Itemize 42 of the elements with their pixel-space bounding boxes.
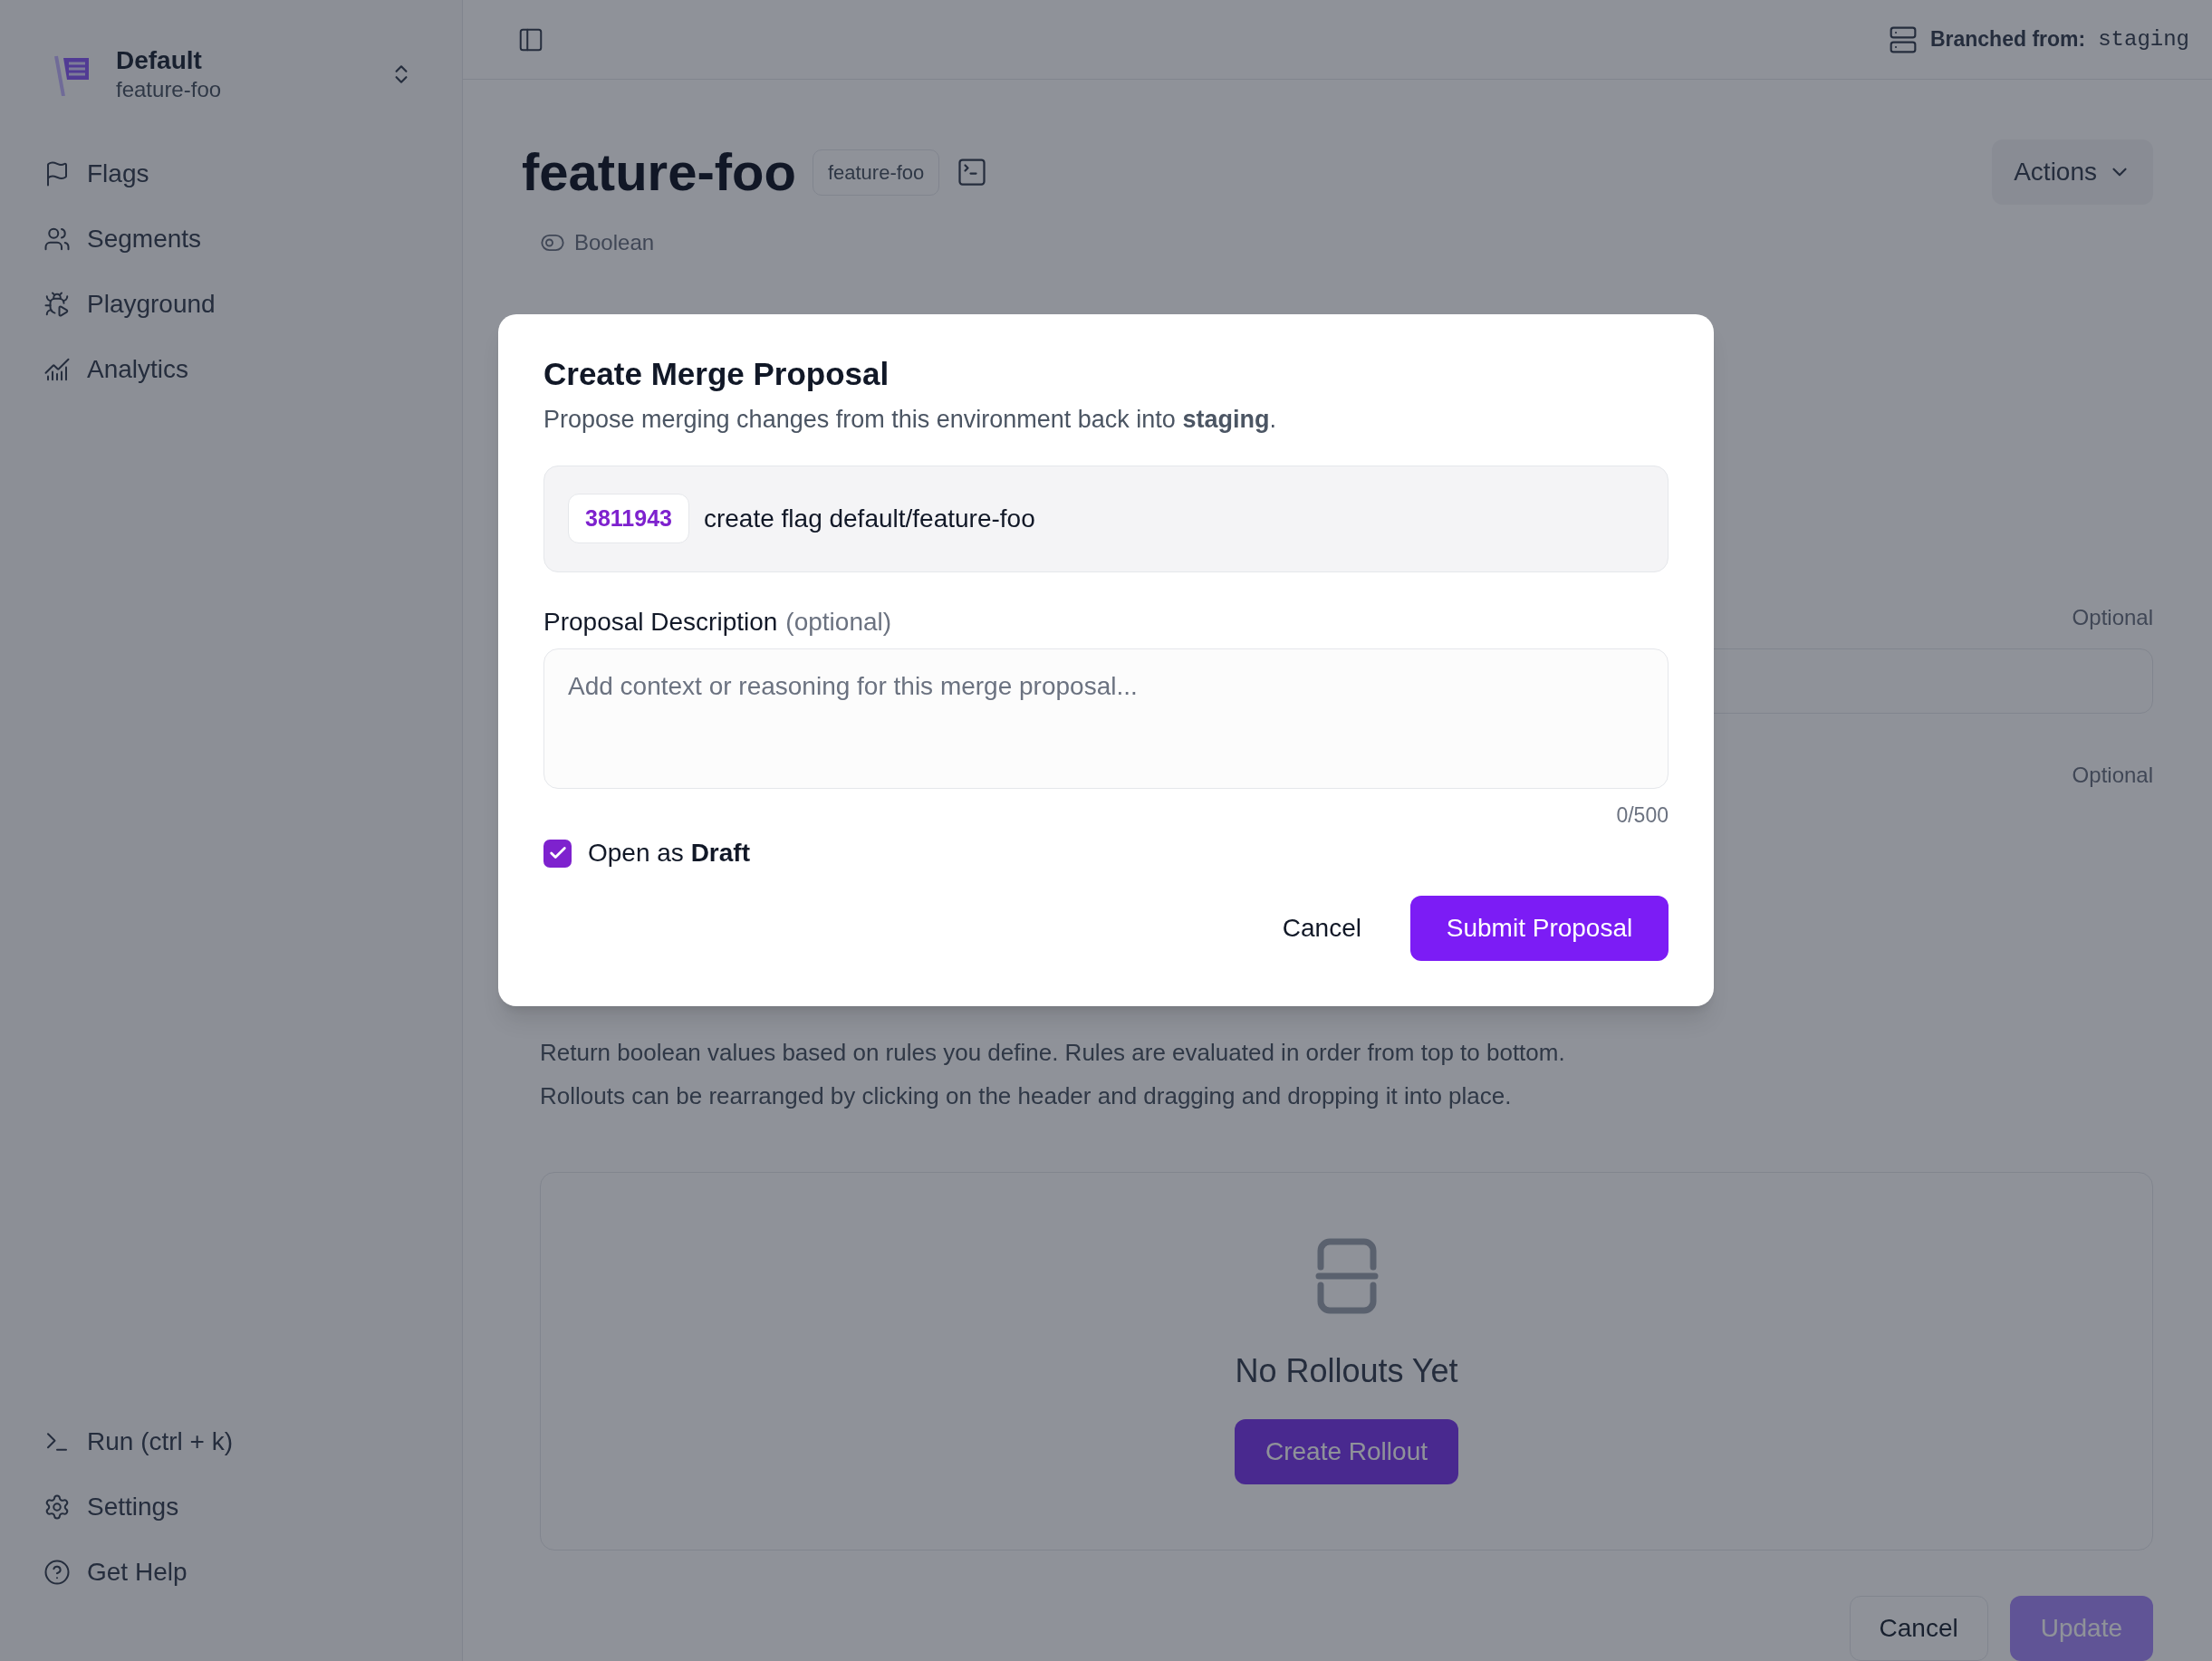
sidebar-item[interactable]: Run (ctrl + k) <box>43 1416 418 1467</box>
description-field[interactable]: Add context or reasoning for this merge proposal... <box>543 648 1669 789</box>
create-rollout-button[interactable]: Create Rollout <box>1235 1419 1458 1484</box>
dialog-title: Create Merge Proposal <box>543 356 890 392</box>
server-icon <box>1888 24 1918 54</box>
workspace-name: Default <box>116 45 203 76</box>
draft-checkbox[interactable] <box>543 839 572 868</box>
rollouts-description: Return boolean values based on rules you define. Rules are evaluated in order from top to bottom. <box>540 1038 1566 1068</box>
commit-hash: 3811943 <box>568 493 689 544</box>
environment-name: feature-foo <box>116 76 223 103</box>
type-label: Boolean <box>574 229 655 256</box>
branch-name: staging <box>2098 25 2189 53</box>
optional-label: Optional <box>2072 762 2153 789</box>
sidebar-item[interactable]: Settings <box>43 1482 418 1532</box>
empty-rollouts-icon <box>1314 1238 1379 1314</box>
sidebar-item[interactable]: Segments <box>43 214 418 264</box>
flag-title: feature-foo <box>522 141 796 203</box>
empty-state-title: No Rollouts Yet <box>1235 1351 1458 1391</box>
sidebar-item[interactable]: Playground <box>43 279 418 330</box>
branch-label: Branched from: <box>1929 26 2086 53</box>
dialog-description: Propose merging changes from this environment back into staging. <box>543 405 1277 435</box>
rollouts-description: Rollouts can be rearranged by clicking on the header and dragging and dropping it into place. <box>540 1081 1513 1111</box>
workspace-switcher[interactable]: Default feature-foo <box>43 45 418 103</box>
sidebar-item[interactable]: Flags <box>43 149 418 199</box>
flag-key-tag: feature-foo <box>812 149 940 196</box>
dialog-cancel-button[interactable]: Cancel <box>1262 896 1381 961</box>
cancel-button[interactable]: Cancel <box>1849 1596 1988 1661</box>
field-label: Proposal Description <box>543 606 778 638</box>
actions-button[interactable]: Actions <box>1992 139 2153 205</box>
sidebar-item[interactable]: Analytics <box>43 344 418 395</box>
sidebar-item[interactable]: Get Help <box>43 1547 418 1598</box>
optional-hint: (optional) <box>785 606 892 638</box>
draft-label: Open as Draft <box>588 838 750 869</box>
users-icon <box>43 226 71 253</box>
character-counter: 0/500 <box>1616 802 1669 829</box>
submit-proposal-button[interactable]: Submit Proposal <box>1410 896 1669 961</box>
help-icon <box>43 1559 71 1586</box>
settings-icon <box>43 1493 71 1521</box>
bug-icon <box>43 291 71 318</box>
chart-icon <box>43 356 71 383</box>
commit-message: create flag default/feature-foo <box>703 503 1035 534</box>
optional-label: Optional <box>2072 604 2153 631</box>
